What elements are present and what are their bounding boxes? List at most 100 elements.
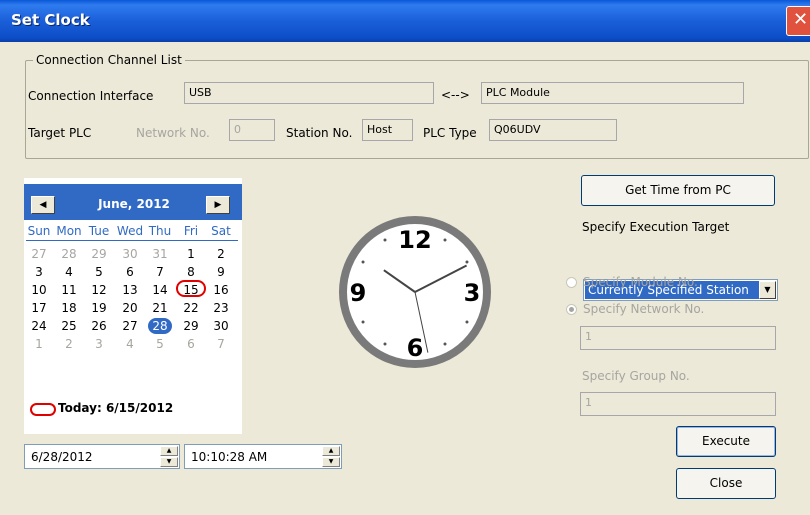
calendar-day[interactable]: 23 — [209, 301, 233, 315]
clock-tick-mark — [465, 320, 469, 324]
calendar-day[interactable]: 2 — [209, 247, 233, 261]
previous-month-button[interactable]: ◀ — [31, 196, 55, 214]
execute-button[interactable]: Execute — [676, 426, 776, 457]
calendar-day[interactable]: 30 — [118, 247, 142, 261]
calendar-day[interactable]: 10 — [27, 283, 51, 297]
calendar-day[interactable]: 1 — [179, 247, 203, 261]
calendar-day[interactable]: 21 — [148, 301, 172, 315]
calendar-day[interactable]: 11 — [57, 283, 81, 297]
clock-tick-mark — [383, 342, 387, 346]
date-picker[interactable]: 6/28/2012 ▲ ▼ — [24, 444, 180, 469]
calendar-today-label[interactable]: Today: 6/15/2012 — [58, 401, 173, 415]
date-increment-button[interactable]: ▲ — [160, 446, 178, 456]
station-no-label: Station No. — [286, 126, 353, 140]
time-value[interactable]: 10:10:28 AM — [191, 450, 267, 464]
calendar-day[interactable]: 7 — [148, 265, 172, 279]
calendar-day[interactable]: 26 — [87, 319, 111, 333]
network-no-radio-label[interactable]: Specify Network No. — [583, 302, 704, 316]
calendar-day[interactable]: 18 — [57, 301, 81, 315]
network-no-field: 0 — [229, 119, 275, 141]
calendar-day[interactable]: 24 — [27, 319, 51, 333]
arrow-down-icon: ▼ — [328, 458, 334, 465]
calendar-day[interactable]: 31 — [148, 247, 172, 261]
calendar-weekday-header: Fri — [183, 224, 199, 238]
window-close-button[interactable]: ✕ — [786, 6, 810, 36]
calendar-month-title[interactable]: June, 2012 — [84, 197, 184, 211]
group-no-label: Specify Group No. — [582, 369, 690, 383]
time-increment-button[interactable]: ▲ — [322, 446, 340, 456]
calendar-divider — [26, 240, 238, 241]
time-picker[interactable]: 10:10:28 AM ▲ ▼ — [184, 444, 342, 469]
connection-channel-group — [25, 60, 809, 159]
calendar-day[interactable]: 28 — [148, 319, 172, 333]
network-no-radio[interactable] — [566, 304, 577, 315]
calendar-day[interactable]: 3 — [87, 337, 111, 351]
plc-type-field: Q06UDV — [489, 119, 617, 141]
clock-numeral-3: 3 — [464, 279, 481, 307]
calendar-day[interactable]: 1 — [27, 337, 51, 351]
calendar-day[interactable]: 22 — [179, 301, 203, 315]
calendar-day[interactable]: 9 — [209, 265, 233, 279]
calendar-day[interactable]: 5 — [148, 337, 172, 351]
date-value[interactable]: 6/28/2012 — [31, 450, 93, 464]
calendar-day[interactable]: 17 — [27, 301, 51, 315]
calendar-day[interactable]: 13 — [118, 283, 142, 297]
calendar-day[interactable]: 28 — [57, 247, 81, 261]
calendar-day[interactable]: 20 — [118, 301, 142, 315]
title-bar[interactable]: Set Clock ✕ — [0, 0, 810, 42]
calendar-day[interactable]: 12 — [87, 283, 111, 297]
calendar-day[interactable]: 4 — [57, 265, 81, 279]
calendar-day[interactable]: 7 — [209, 337, 233, 351]
plc-type-label: PLC Type — [423, 126, 477, 140]
calendar-day[interactable]: 4 — [118, 337, 142, 351]
connection-interface-label: Connection Interface — [28, 89, 154, 103]
dropdown-arrow-icon[interactable]: ▼ — [759, 281, 776, 299]
calendar-weekday-header: Sun — [27, 224, 51, 238]
date-spinner: ▲ ▼ — [160, 446, 178, 467]
group-no-input[interactable]: 1 — [580, 392, 776, 416]
calendar-weekday-header: Wed — [116, 224, 144, 238]
calendar-day[interactable]: 5 — [87, 265, 111, 279]
arrow-up-icon: ▲ — [328, 447, 334, 454]
module-no-radio[interactable] — [566, 277, 577, 288]
close-icon: ✕ — [793, 9, 809, 30]
calendar-day[interactable]: 29 — [87, 247, 111, 261]
calendar-day[interactable]: 8 — [179, 265, 203, 279]
calendar-day[interactable]: 30 — [209, 319, 233, 333]
triangle-left-icon: ◀ — [39, 200, 47, 210]
connection-channel-group-label: Connection Channel List — [33, 53, 185, 67]
calendar-day[interactable]: 27 — [27, 247, 51, 261]
plc-module-field: PLC Module — [481, 82, 744, 104]
arrow-down-icon: ▼ — [166, 458, 172, 465]
execution-target-label: Specify Execution Target — [582, 220, 730, 234]
calendar-day[interactable]: 6 — [179, 337, 203, 351]
calendar-day[interactable]: 19 — [87, 301, 111, 315]
station-no-field: Host — [362, 119, 413, 141]
calendar-day[interactable]: 16 — [209, 283, 233, 297]
dialog-body: Connection Channel List Connection Inter… — [4, 42, 810, 515]
calendar-weekday-header: Mon — [56, 224, 82, 238]
connection-interface-field: USB — [184, 82, 434, 104]
date-decrement-button[interactable]: ▼ — [160, 457, 178, 467]
next-month-button[interactable]: ▶ — [206, 196, 230, 214]
clock-numeral-12: 12 — [398, 226, 431, 254]
calendar-day[interactable]: 29 — [179, 319, 203, 333]
calendar-day[interactable]: 3 — [27, 265, 51, 279]
clock-tick-mark — [361, 320, 365, 324]
module-no-radio-label[interactable]: Specify Module No. — [583, 275, 698, 289]
time-decrement-button[interactable]: ▼ — [322, 457, 340, 467]
calendar-day[interactable]: 2 — [57, 337, 81, 351]
calendar-day[interactable]: 25 — [57, 319, 81, 333]
calendar-day[interactable]: 6 — [118, 265, 142, 279]
calendar-day[interactable]: 27 — [118, 319, 142, 333]
clock-tick-mark — [443, 342, 447, 346]
network-no-input[interactable]: 1 — [580, 326, 776, 350]
close-button[interactable]: Close — [676, 468, 776, 499]
clock-tick-mark — [361, 260, 365, 264]
month-calendar[interactable]: ◀ June, 2012 ▶ Sun Mon Tue Wed Thu Fri Sat 27 28… — [24, 178, 242, 434]
get-time-from-pc-button[interactable]: Get Time from PC — [581, 175, 775, 206]
calendar-day[interactable]: 14 — [148, 283, 172, 297]
clock-tick-mark — [465, 260, 469, 264]
calendar-header: ◀ June, 2012 ▶ — [24, 184, 242, 220]
calendar-day[interactable]: 15 — [179, 283, 203, 297]
